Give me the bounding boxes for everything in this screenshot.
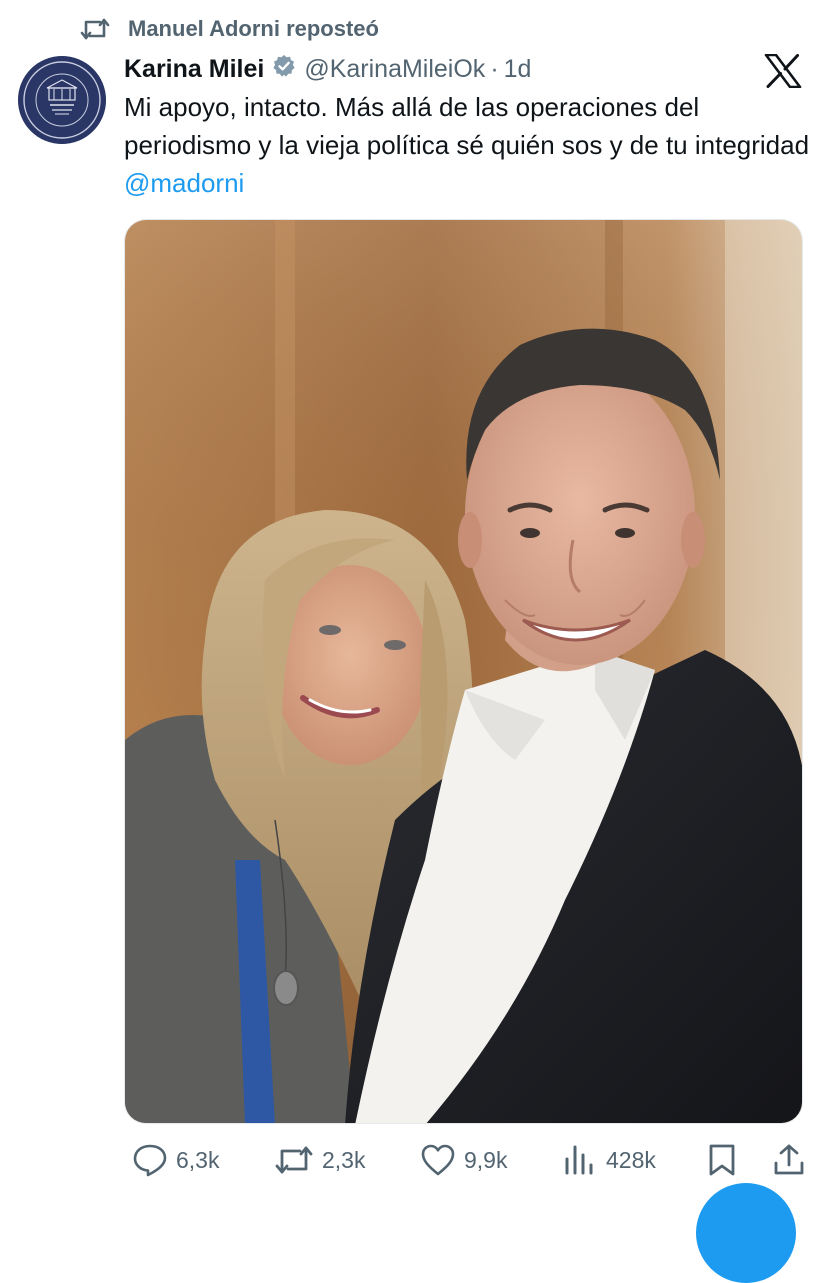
reply-button[interactable]: 6,3k — [124, 1140, 219, 1180]
share-button[interactable] — [764, 1140, 806, 1180]
like-count: 9,9k — [464, 1146, 508, 1173]
tweet-header: Karina Milei @KarinaMileiOk · 1d — [124, 52, 531, 86]
repost-header[interactable]: Manuel Adorni reposteó — [80, 12, 379, 46]
separator-dot: · — [490, 54, 499, 83]
repost-action-icon — [274, 1143, 314, 1177]
tweet-body: Mi apoyo, intacto. Más allá de las opera… — [124, 92, 810, 160]
repost-label: Manuel Adorni reposteó — [128, 16, 379, 41]
views-button[interactable]: 428k — [554, 1140, 656, 1180]
author-name[interactable]: Karina Milei — [124, 55, 264, 84]
heart-icon — [420, 1143, 456, 1177]
verified-badge-icon[interactable] — [272, 54, 296, 85]
reply-icon — [132, 1143, 168, 1177]
avatar[interactable] — [18, 56, 106, 144]
repost-icon — [80, 16, 110, 42]
action-bar: 6,3k 2,3k 9,9k 428k — [124, 1140, 814, 1180]
views-count: 428k — [606, 1146, 656, 1173]
bookmark-icon — [706, 1143, 738, 1177]
mention-link[interactable]: @madorni — [124, 168, 244, 198]
bookmark-button[interactable] — [698, 1140, 738, 1180]
tweet-photo[interactable] — [124, 219, 803, 1124]
selfie-photo — [125, 220, 802, 1123]
compose-fab-button[interactable] — [696, 1183, 796, 1283]
views-chart-icon — [562, 1143, 598, 1177]
repost-button[interactable]: 2,3k — [266, 1140, 365, 1180]
tweet-timestamp[interactable]: 1d — [504, 55, 532, 84]
share-icon — [772, 1143, 806, 1177]
reply-count: 6,3k — [176, 1146, 220, 1173]
secretaria-general-seal — [18, 56, 106, 144]
x-logo-icon — [764, 53, 802, 89]
repost-count: 2,3k — [322, 1146, 366, 1173]
like-button[interactable]: 9,9k — [412, 1140, 507, 1180]
author-handle[interactable]: @KarinaMileiOk — [304, 55, 485, 84]
tweet-text: Mi apoyo, intacto. Más allá de las opera… — [124, 88, 814, 202]
